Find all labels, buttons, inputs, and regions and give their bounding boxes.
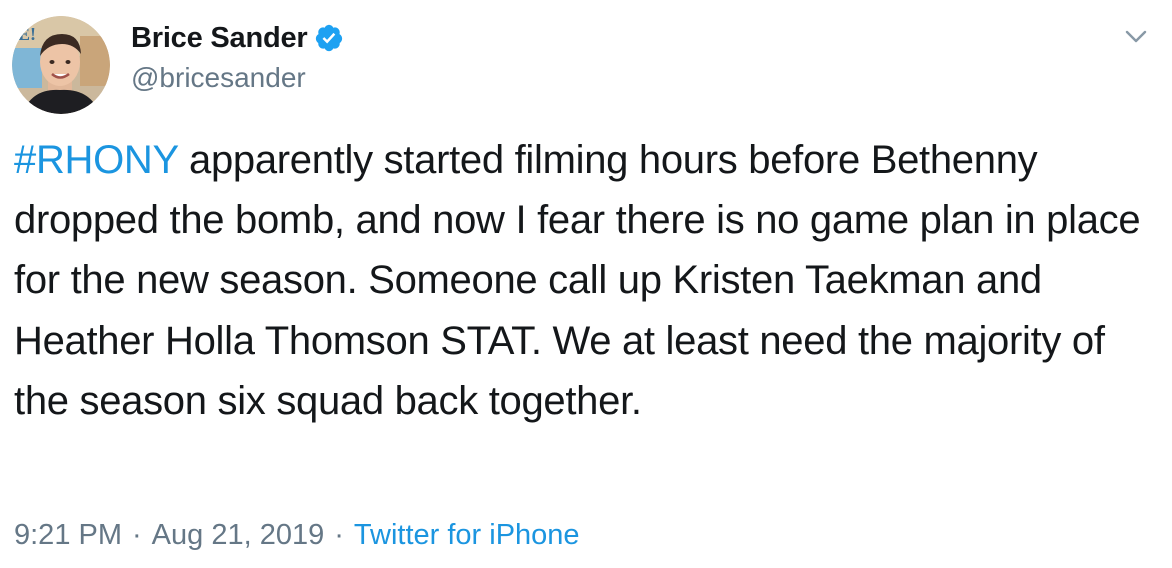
tweet-body: apparently started filming hours before … bbox=[14, 138, 1141, 423]
tweet-source-link[interactable]: Twitter for iPhone bbox=[354, 519, 580, 551]
tweet-date[interactable]: Aug 21, 2019 bbox=[152, 519, 325, 551]
tweet-card: E! Brice Sander @bricesander #RHONY appa… bbox=[0, 0, 1172, 568]
chevron-down-icon[interactable] bbox=[1122, 22, 1150, 50]
avatar-logo-text: E! bbox=[18, 24, 36, 44]
avatar[interactable]: E! bbox=[12, 16, 110, 114]
tweet-time[interactable]: 9:21 PM bbox=[14, 519, 122, 551]
handle[interactable]: @bricesander bbox=[131, 62, 344, 94]
tweet-meta: 9:21 PM · Aug 21, 2019 · Twitter for iPhone bbox=[14, 519, 580, 552]
meta-separator: · bbox=[132, 519, 142, 551]
name-row: Brice Sander bbox=[131, 20, 344, 56]
author-block: Brice Sander @bricesander bbox=[131, 20, 344, 94]
avatar-photo-icon: E! bbox=[12, 16, 110, 114]
verified-badge-icon bbox=[314, 23, 344, 53]
tweet-text: #RHONY apparently started filming hours … bbox=[14, 130, 1144, 431]
hashtag-link[interactable]: #RHONY bbox=[14, 138, 178, 182]
display-name[interactable]: Brice Sander bbox=[131, 22, 308, 55]
meta-separator: · bbox=[334, 519, 344, 551]
